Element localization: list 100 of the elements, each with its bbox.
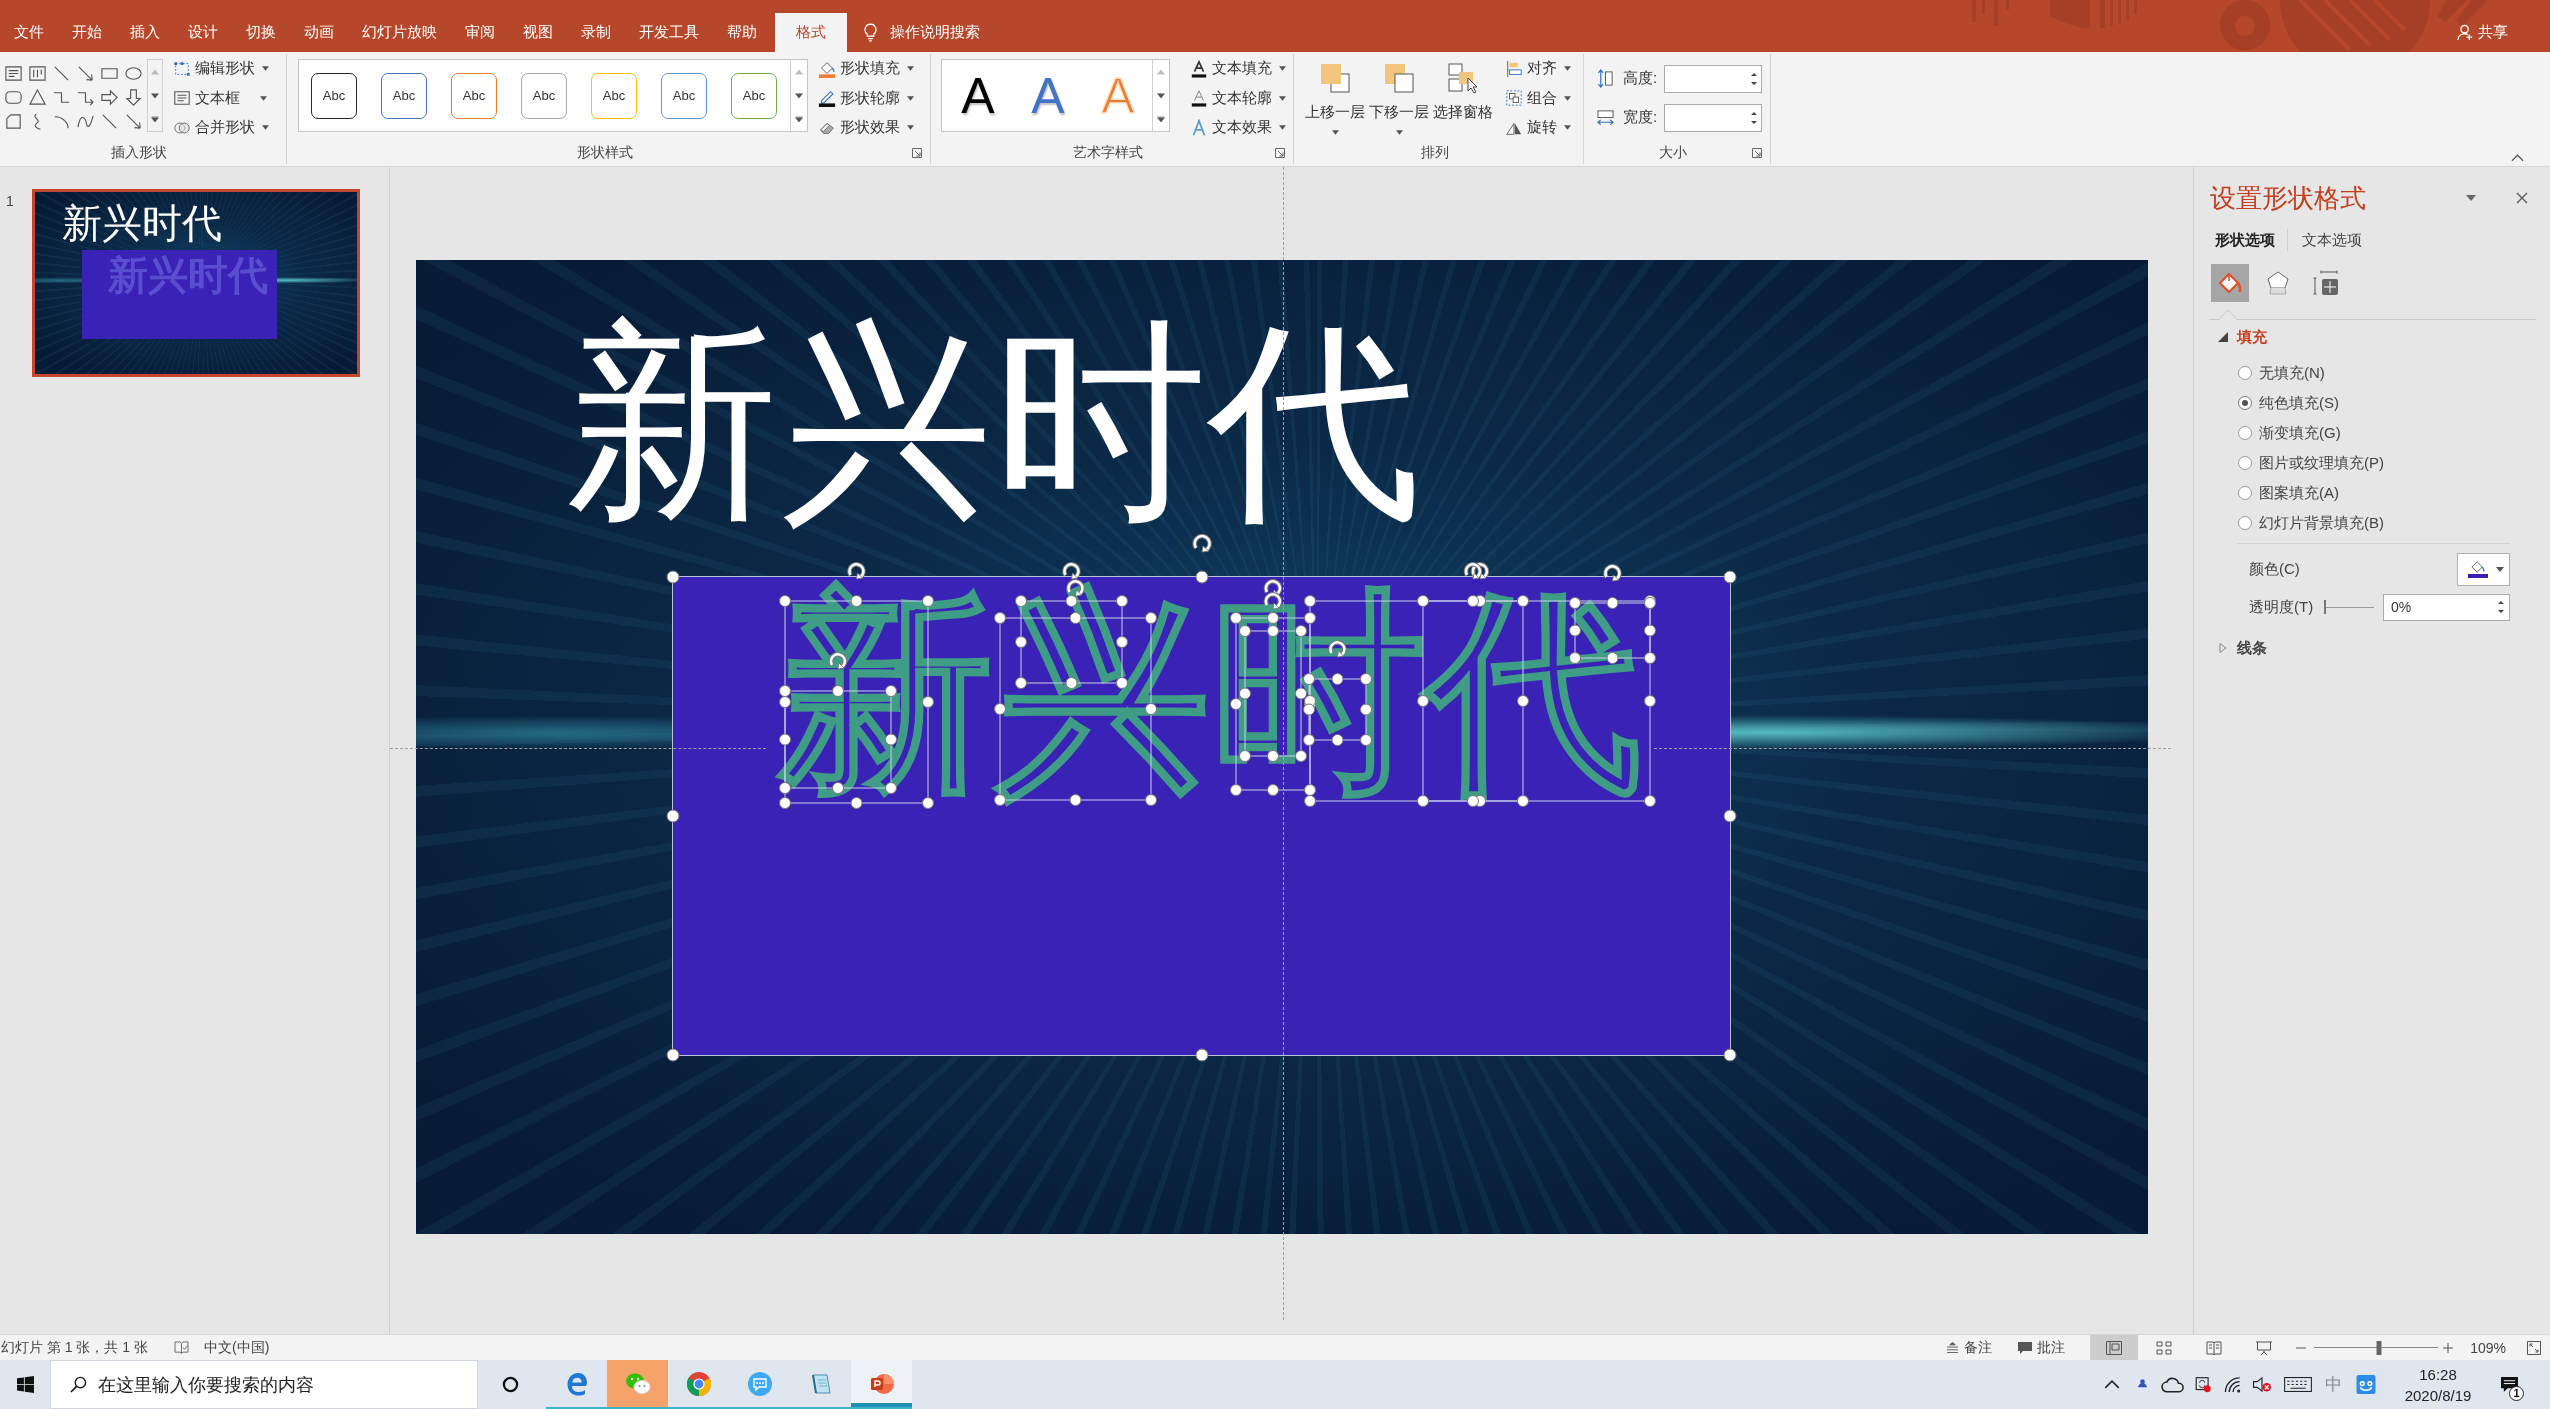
rotate-button[interactable]: 旋转 — [1505, 113, 1571, 143]
caret-icon[interactable] — [2466, 195, 2476, 201]
resize-handle-icon[interactable] — [1723, 1048, 1737, 1062]
edit-shape-button[interactable]: 编辑形状 — [173, 54, 269, 84]
wordart-preset[interactable]: A — [948, 65, 1008, 126]
height-field[interactable] — [1664, 64, 1762, 93]
selection-pane-button[interactable]: 选择窗格 — [1431, 58, 1495, 140]
resize-handle-icon[interactable] — [1194, 1048, 1209, 1062]
tell-me-search[interactable]: 操作说明搜索 — [864, 13, 980, 52]
group-label: 大小 — [1659, 144, 1687, 162]
resize-handle-icon[interactable] — [1723, 570, 1737, 584]
text-outline-icon — [1190, 89, 1208, 108]
group-button[interactable]: 组合 — [1505, 83, 1571, 113]
shape-style-preset[interactable]: Abc — [731, 72, 777, 119]
resize-handle-icon[interactable] — [666, 570, 680, 584]
language-status[interactable]: 中文(中国) — [204, 1338, 270, 1357]
ribbon-tab[interactable]: 开始 — [58, 13, 116, 52]
ribbon-tab[interactable]: 视图 — [509, 13, 567, 52]
triangle-icon[interactable] — [27, 87, 47, 107]
shape-style-preset[interactable]: Abc — [661, 72, 707, 119]
pane-tab[interactable]: 文本选项 — [2302, 230, 2362, 250]
taskbar-search-field[interactable]: 在这里输入你要搜索的内容 — [50, 1360, 478, 1409]
shape-outline-button[interactable]: 形状轮廓 — [818, 83, 914, 113]
radio-button[interactable] — [2238, 426, 2252, 440]
taskbar-app-button[interactable] — [851, 1360, 912, 1409]
bring-forward-button[interactable]: 上移一层 — [1303, 58, 1367, 140]
dialog-launcher-icon[interactable] — [1275, 148, 1285, 158]
ribbon-tab[interactable]: 审阅 — [451, 13, 509, 52]
option-label: 无填充(N) — [2259, 363, 2325, 383]
wordart-preset[interactable]: A — [1018, 65, 1078, 126]
down-arrow-icon[interactable] — [123, 87, 143, 107]
shape-style-preset[interactable]: Abc — [311, 72, 357, 119]
ribbon-tab[interactable]: 动画 — [290, 13, 348, 52]
dialog-launcher-icon[interactable] — [912, 148, 922, 158]
section-header[interactable]: 线条 — [2194, 637, 2267, 659]
share-button[interactable]: 共享 — [2457, 13, 2508, 52]
caret-up-icon — [795, 68, 803, 75]
dialog-launcher-icon[interactable] — [1752, 148, 1762, 158]
ribbon-tab[interactable]: 设计 — [174, 13, 232, 52]
spinner-icon[interactable] — [2498, 600, 2504, 614]
spinner-icon[interactable] — [1751, 71, 1757, 86]
clock[interactable]: 16:28 2020/8/19 — [2386, 1363, 2490, 1406]
shape-style-preset[interactable]: Abc — [381, 72, 427, 119]
ribbon-tab[interactable]: 开发工具 — [625, 13, 713, 52]
send-backward-button[interactable]: 下移一层 — [1367, 58, 1431, 140]
slider-thumb[interactable] — [2324, 600, 2327, 614]
vertical-text-box-icon[interactable] — [27, 63, 47, 83]
search-icon — [70, 1376, 87, 1393]
shape-effects-button[interactable]: 形状效果 — [818, 113, 914, 143]
close-icon[interactable] — [2516, 192, 2528, 204]
text-box-icon[interactable] — [3, 63, 23, 83]
radio-button[interactable] — [2238, 396, 2252, 410]
option-label: 图案填充(A) — [2259, 483, 2339, 503]
shape-style-preset[interactable]: Abc — [451, 72, 497, 119]
shape-fill-button[interactable]: 形状填充 — [818, 54, 914, 84]
collapse-ribbon-icon[interactable] — [2511, 154, 2524, 162]
ribbon-tab[interactable]: 幻灯片放映 — [348, 13, 451, 52]
fill-line-tab[interactable] — [2211, 264, 2249, 302]
slider-thumb[interactable] — [2376, 1340, 2382, 1355]
ribbon-tab[interactable]: 录制 — [567, 13, 625, 52]
shape-style-preset[interactable]: Abc — [521, 72, 567, 119]
freeform-shape-icon[interactable] — [3, 111, 23, 131]
zoom-level[interactable]: 109% — [2470, 1339, 2506, 1356]
spinner-icon[interactable] — [1751, 110, 1757, 125]
align-button[interactable]: 对齐 — [1505, 54, 1571, 84]
pane-tab[interactable]: 形状选项 — [2215, 230, 2275, 250]
normal-view-button[interactable] — [2090, 1335, 2139, 1360]
color-picker-button[interactable] — [2457, 552, 2510, 586]
transparency-field[interactable]: 0% — [2383, 593, 2510, 621]
rotate-handle-icon[interactable] — [1190, 533, 1213, 555]
radio-button[interactable] — [2238, 486, 2252, 500]
radio-button[interactable] — [2238, 366, 2252, 380]
notes-button[interactable]: 备注 — [1947, 1335, 1993, 1360]
radio-button[interactable] — [2238, 516, 2252, 530]
ribbon-tab[interactable]: 切换 — [232, 13, 290, 52]
notification-button[interactable]: 1 — [2490, 1360, 2528, 1409]
fit-to-window-icon[interactable] — [2527, 1340, 2541, 1355]
section-header[interactable]: 填充 — [2194, 326, 2267, 348]
width-field[interactable] — [1664, 103, 1762, 132]
right-arrow-icon[interactable] — [99, 87, 119, 107]
ribbon-tab[interactable]: 插入 — [116, 13, 174, 52]
ribbon-tab[interactable]: 文件 — [0, 13, 58, 52]
radio-button[interactable] — [2238, 456, 2252, 470]
text-fill-button[interactable]: 文本填充 — [1190, 54, 1286, 84]
zoom-in-icon[interactable] — [2443, 1342, 2454, 1353]
thumbnail-title: 新兴时代 — [62, 201, 222, 245]
resize-handle-icon[interactable] — [666, 809, 680, 823]
ribbon-tab[interactable]: 格式 — [775, 13, 847, 52]
resize-handle-icon[interactable] — [666, 1048, 680, 1062]
proofing-icon[interactable] — [174, 1341, 190, 1354]
resize-handle-icon[interactable] — [1723, 809, 1737, 823]
merge-shapes-button[interactable]: 合并形状 — [173, 113, 269, 143]
shape-style-preset[interactable]: Abc — [591, 72, 637, 119]
add-person-icon — [2457, 24, 2474, 41]
text-effects-button[interactable]: 文本效果 — [1190, 113, 1286, 143]
caret-icon — [2496, 566, 2504, 572]
ribbon-tab[interactable]: 帮助 — [713, 13, 771, 52]
comments-button[interactable]: 批注 — [2017, 1335, 2066, 1360]
text-box-button[interactable]: 文本框 — [173, 83, 269, 113]
text-outline-button[interactable]: 文本轮廓 — [1190, 83, 1286, 113]
